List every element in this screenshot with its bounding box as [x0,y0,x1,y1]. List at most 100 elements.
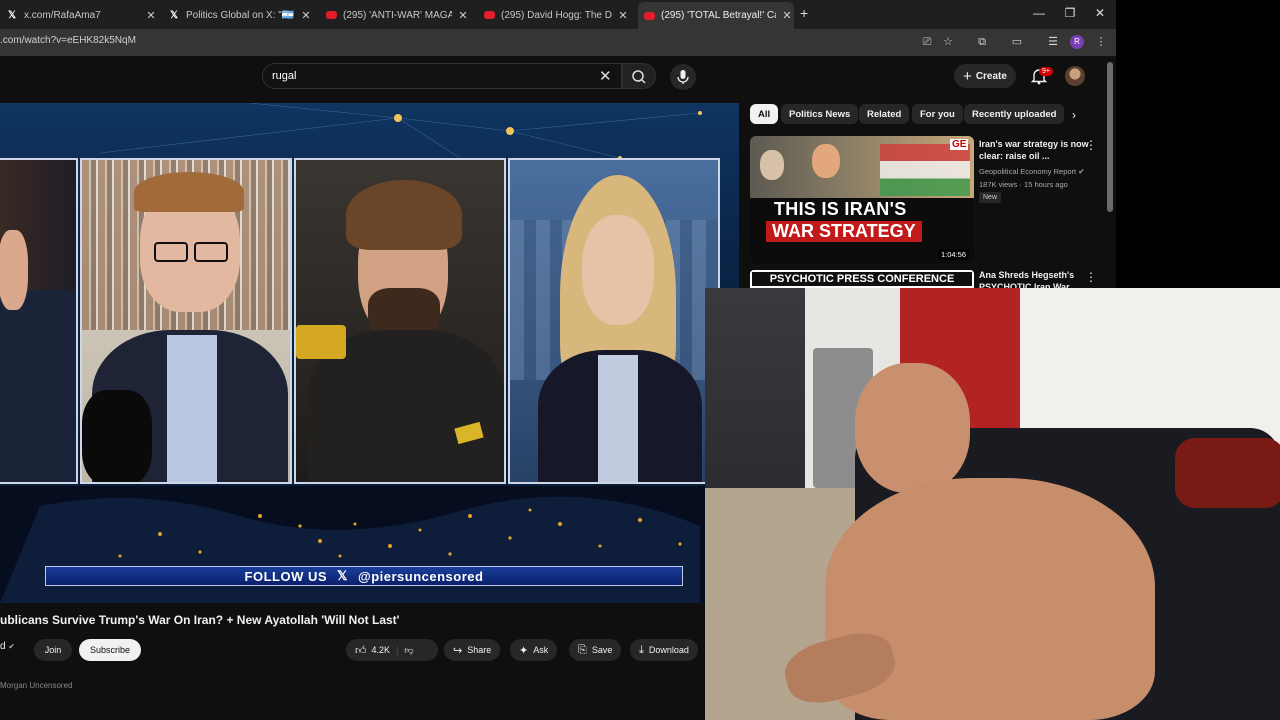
thumbs-up-icon[interactable]: 👍︎ [355,644,367,657]
streamer-head [855,363,970,493]
guest-hair [346,180,462,250]
divider: | [396,645,399,655]
browser-menu-icon[interactable]: ⋮ [1093,34,1109,50]
share-icon: ↪ [453,644,463,657]
iran-flag-graphic [880,144,970,196]
close-window-icon[interactable]: ✕ [1090,6,1110,20]
thumbnail-text: PSYCHOTIC PRESS CONFERENCE [750,270,974,288]
extensions-icon[interactable]: ⧉ [974,34,990,50]
chip-recently-uploaded[interactable]: Recently uploaded [964,104,1065,124]
follow-us-banner: FOLLOW US 𝕏 @piersuncensored [45,566,683,586]
thumbnail-person-face [760,150,784,180]
thumbnail-text: WAR STRATEGY [766,221,922,242]
download-button[interactable]: ⤓ Download [630,639,698,661]
glasses-right [194,242,228,262]
chevron-right-icon[interactable]: › [1072,108,1076,122]
thumbnail-text: THIS IS IRAN'S [774,199,907,219]
clear-search-icon[interactable]: ✕ [599,67,612,85]
browser-tab[interactable]: (295) 'ANTI-WAR' MAGA Grifte ✕ [326,4,470,26]
url-field[interactable]: .com/watch?v=eEHK82k5NqM [0,35,136,46]
chip-all[interactable]: All [750,104,779,124]
chip-for-you[interactable]: For you [912,104,963,124]
x-logo-icon: 𝕏 [169,9,179,21]
like-dislike-group: 👍︎ 4.2K | 👎︎ [346,639,438,661]
close-tab-icon[interactable]: ✕ [299,9,313,22]
create-label: Create [975,70,1007,82]
close-tab-icon[interactable]: ✕ [456,9,470,22]
network-graphic [99,103,702,160]
close-tab-icon[interactable]: ✕ [616,9,630,22]
create-button[interactable]: + Create [954,64,1016,88]
recommendation-title[interactable]: Ana Shreds Hegseth's PSYCHOTIC Iran War … [979,269,1089,288]
save-label: Save [591,645,613,655]
guest-panel-4 [508,158,720,484]
tab-title: (295) David Hogg: The Democr [501,9,612,21]
side-panel-icon[interactable]: ▭ [1009,34,1025,50]
guest-face [0,230,28,310]
browser-tab-strip: 𝕏 x.com/RafaAma7 ✕ 𝕏 Politics Global on … [0,0,1116,29]
share-button[interactable]: ↪ Share [444,639,501,661]
subscribe-button[interactable]: Subscribe [79,639,141,661]
save-button[interactable]: ⎘ Save [569,639,622,661]
new-tab-button[interactable]: + [800,5,808,21]
address-bar: .com/watch?v=eEHK82k5NqM ⎚ ☆ ⧉ ▭ ☰ R ⋮ [0,29,1116,56]
browser-tab-active[interactable]: (295) 'TOTAL Betrayal!' Can Rep ✕ [638,2,794,29]
join-button[interactable]: Join [34,639,72,661]
ask-button[interactable]: ✦ Ask [510,639,558,661]
profile-avatar[interactable]: R [1070,35,1084,49]
bookmark-star-icon[interactable]: ☆ [940,34,956,50]
glasses-left [154,242,188,262]
page-scrollbar[interactable] [1107,62,1113,212]
guest-blouse [598,355,638,482]
channel-name-secondary: Morgan Uncensored [0,681,73,690]
bookmark-icon: ⎘ [578,643,587,656]
share-label: Share [467,645,492,655]
voice-search-button[interactable] [670,64,696,90]
browser-tab[interactable]: (295) David Hogg: The Democr ✕ [484,4,630,26]
search-button[interactable] [622,63,656,89]
recommendation-channel[interactable]: Geopolitical Economy Report ✔ [979,167,1085,176]
minimize-icon[interactable]: — [1029,6,1049,20]
notification-count-badge: 9+ [1039,67,1053,76]
pillow [1175,438,1280,508]
like-count[interactable]: 4.2K [372,645,391,655]
guest-panel-2 [80,158,292,484]
recommendation-stats: 187K views · 15 hours ago [979,180,1068,189]
sparkle-icon: ✦ [519,644,529,657]
search-input[interactable]: rugal [272,70,296,82]
video-duration: 1:04:56 [938,249,970,260]
reading-list-icon[interactable]: ☰ [1045,34,1061,50]
guest-face [582,215,654,325]
studio-microphone [82,390,152,482]
maximize-icon[interactable]: ❐ [1060,6,1080,20]
search-icon [632,70,646,84]
account-avatar[interactable] [1065,66,1085,86]
thumbnail-logo: GE [950,139,969,150]
more-options-icon[interactable]: ⋮ [1085,138,1097,152]
microphone-icon [677,70,689,84]
video-player[interactable]: FOLLOW US 𝕏 @piersuncensored [0,103,739,603]
close-tab-icon[interactable]: ✕ [780,9,794,22]
browser-tab[interactable]: 𝕏 x.com/RafaAma7 ✕ [6,4,158,26]
download-icon: ⤓ [639,643,644,656]
guest-hair [134,172,244,212]
recommendation-thumbnail[interactable]: GE THIS IS IRAN'S WAR STRATEGY [750,136,974,264]
thumbnail-person-face [812,144,840,178]
youtube-icon [484,11,495,19]
chip-related[interactable]: Related [859,104,910,124]
install-app-icon[interactable]: ⎚ [919,34,935,50]
x-logo-icon: 𝕏 [7,9,17,21]
plus-icon: + [963,67,972,85]
more-options-icon[interactable]: ⋮ [1085,270,1097,284]
verified-icon: ✔ [8,642,16,651]
recommendation-thumbnail[interactable]: PSYCHOTIC PRESS CONFERENCE [750,270,974,288]
ask-label: Ask [533,645,549,655]
chip-politics-news[interactable]: Politics News [781,104,859,124]
search-box[interactable]: rugal ✕ [262,63,622,89]
close-tab-icon[interactable]: ✕ [144,9,158,22]
thumbs-down-icon[interactable]: 👎︎ [404,645,413,656]
recommendation-title[interactable]: Iran's war strategy is now clear: raise … [979,138,1089,162]
channel-name[interactable]: d ✔ [0,641,15,652]
tab-title: (295) 'ANTI-WAR' MAGA Grifte [343,9,452,21]
browser-tab[interactable]: 𝕏 Politics Global on X: "🇦🇷 BREA ✕ [168,4,313,26]
